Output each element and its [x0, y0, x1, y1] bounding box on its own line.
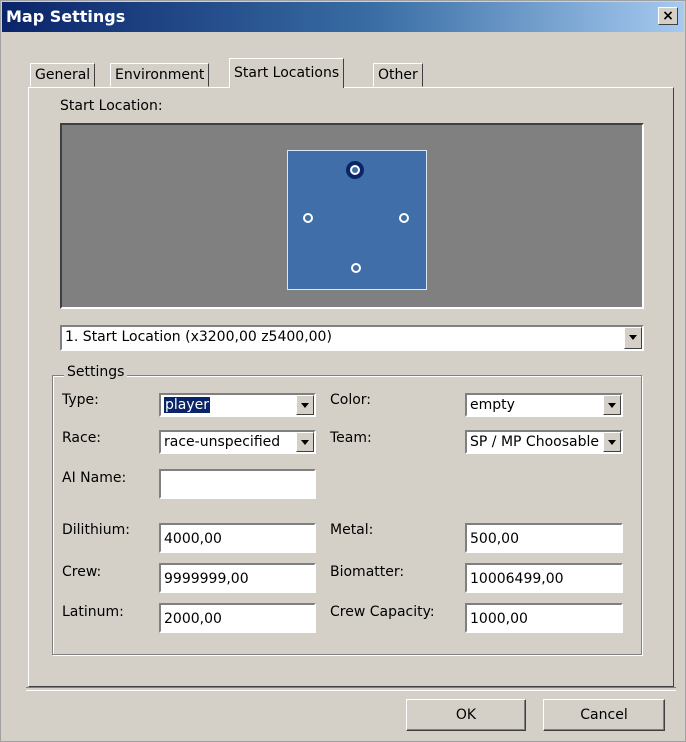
tab-other[interactable]: Other [373, 63, 423, 87]
title-bar[interactable]: Map Settings × [2, 2, 684, 32]
ai-name-label: AI Name: [62, 470, 127, 486]
team-value: SP / MP Choosable [470, 434, 599, 450]
tab-start-locations[interactable]: Start Locations [229, 58, 345, 88]
crew-capacity-field[interactable]: 1000,00 [465, 603, 623, 633]
team-label: Team: [330, 430, 372, 446]
start-location-select[interactable]: 1. Start Location (x3200,00 z5400,00) [60, 325, 644, 351]
settings-group-title: Settings [64, 364, 128, 380]
metal-field[interactable]: 500,00 [465, 523, 623, 553]
window-title: Map Settings [6, 7, 126, 26]
color-label: Color: [330, 392, 372, 408]
race-select[interactable]: race-unspecified [159, 430, 316, 454]
race-label: Race: [62, 430, 102, 446]
metal-value: 500,00 [470, 531, 519, 547]
chevron-down-icon[interactable] [624, 327, 642, 349]
start-location-marker-2[interactable] [303, 213, 313, 223]
crew-value: 9999999,00 [164, 571, 249, 587]
close-button[interactable]: × [658, 7, 678, 25]
tab-general[interactable]: General [30, 63, 96, 87]
start-location-marker-3[interactable] [399, 213, 409, 223]
team-select[interactable]: SP / MP Choosable [465, 430, 623, 454]
close-icon: × [662, 8, 674, 24]
ai-name-field[interactable] [159, 469, 316, 499]
metal-label: Metal: [330, 522, 374, 538]
color-value: empty [470, 397, 515, 413]
chevron-down-icon[interactable] [296, 432, 314, 452]
dilithium-label: Dilithium: [62, 522, 130, 538]
start-location-value: 1. Start Location (x3200,00 z5400,00) [65, 329, 332, 345]
crew-capacity-value: 1000,00 [470, 611, 528, 627]
chevron-down-icon[interactable] [296, 395, 314, 415]
tab-environment[interactable]: Environment [110, 63, 210, 87]
start-location-label: Start Location: [60, 98, 163, 114]
dilithium-value: 4000,00 [164, 531, 222, 547]
type-value: player [164, 397, 211, 413]
ok-button[interactable]: OK [406, 699, 526, 731]
type-label: Type: [62, 392, 99, 408]
color-select[interactable]: empty [465, 393, 623, 417]
chevron-down-icon[interactable] [603, 395, 621, 415]
crew-capacity-label: Crew Capacity: [330, 604, 435, 620]
crew-label: Crew: [62, 564, 102, 580]
chevron-down-icon[interactable] [603, 432, 621, 452]
start-location-marker-4[interactable] [351, 263, 361, 273]
cancel-button[interactable]: Cancel [543, 699, 665, 731]
start-location-marker-1[interactable] [346, 161, 364, 179]
dilithium-field[interactable]: 4000,00 [159, 523, 316, 553]
race-value: race-unspecified [164, 434, 281, 450]
latinum-value: 2000,00 [164, 611, 222, 627]
crew-field[interactable]: 9999999,00 [159, 563, 316, 593]
biomatter-field[interactable]: 10006499,00 [465, 563, 623, 593]
biomatter-value: 10006499,00 [470, 571, 564, 587]
latinum-field[interactable]: 2000,00 [159, 603, 316, 633]
type-select[interactable]: player [159, 393, 316, 417]
latinum-label: Latinum: [62, 604, 124, 620]
biomatter-label: Biomatter: [330, 564, 405, 580]
footer-separator [26, 687, 676, 691]
